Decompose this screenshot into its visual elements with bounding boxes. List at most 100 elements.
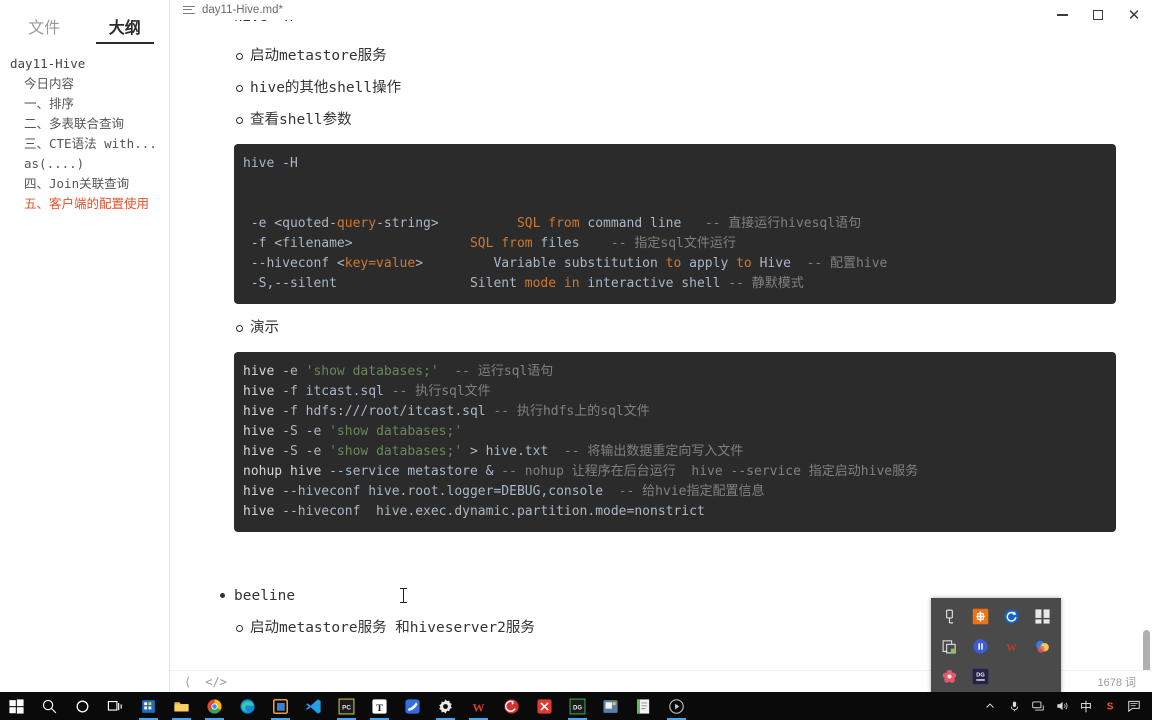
svg-text:W: W (472, 700, 484, 714)
tab-outline[interactable]: 大纲 (85, 14, 166, 44)
file-explorer-icon[interactable] (165, 692, 198, 720)
chevron-left-icon[interactable]: ⟨ (184, 675, 191, 689)
pause-circle-icon[interactable] (965, 631, 996, 661)
wps-icon[interactable]: W (462, 692, 495, 720)
code-token: key=value (344, 256, 416, 271)
code-token: files (532, 236, 611, 251)
code-token: nohup hive (243, 464, 322, 479)
status-bar-left: ⟨ </> (170, 675, 227, 689)
code-block-hive-help[interactable]: hive -H -e <quoted-query-string> SQL fro… (234, 144, 1116, 304)
code-token: -- 将输出数据重定向写入文件 (563, 444, 744, 459)
notepad-icon-svg (637, 698, 650, 714)
typora-icon[interactable]: T (363, 692, 396, 720)
app-root: 文件 大纲 day11-Hive 今日内容 一、排序 二、多表联合查询 三、CT… (0, 0, 1152, 720)
code-token: -e (274, 364, 306, 379)
action-center-icon[interactable] (1122, 692, 1146, 720)
windows-grid-icon[interactable] (1027, 601, 1058, 631)
vscode-icon[interactable] (297, 692, 330, 720)
outline-item-cte-syntax[interactable]: 三、CTE语法 with...as(....) (10, 134, 163, 174)
title-bar: day11-Hive.md* ✕ (170, 0, 1152, 22)
hamburger-icon[interactable] (183, 5, 195, 15)
media-player-icon[interactable] (660, 692, 693, 720)
sidebar-tabs: 文件 大纲 (0, 0, 169, 44)
word-count-label: 1678 词 (1097, 676, 1136, 689)
outline-item-client-config[interactable]: 五、客户端的配置使用 (10, 194, 163, 214)
store-icon[interactable] (132, 692, 165, 720)
flower-icon[interactable] (934, 661, 965, 691)
pycharm-icon-svg: PC (338, 698, 355, 714)
code-token: from (501, 236, 533, 251)
code-token: > hive.txt (462, 444, 564, 459)
code-token: hive (243, 424, 275, 439)
task-view-icon[interactable] (99, 692, 132, 720)
xmind-icon[interactable] (528, 692, 561, 720)
code-token: -string> (376, 216, 517, 231)
pycharm-icon[interactable]: PC (330, 692, 363, 720)
datagrip-icon[interactable]: DG (561, 692, 594, 720)
network-icon[interactable] (1026, 692, 1050, 720)
virtualbox-icon[interactable] (264, 692, 297, 720)
code-token: --service metastore & (321, 464, 502, 479)
media-player-icon-svg (669, 698, 684, 714)
sogou-icon[interactable]: S (1098, 692, 1122, 720)
cortana-circle-icon[interactable] (66, 692, 99, 720)
outline-item-multi-table-join[interactable]: 二、多表联合查询 (10, 114, 163, 134)
sync-refresh-icon[interactable] (996, 601, 1027, 631)
microphone-icon[interactable] (1002, 692, 1026, 720)
code-token: > Variable substitution (415, 256, 666, 271)
edge-icon-svg (240, 698, 255, 714)
action-center-icon-svg (1128, 700, 1140, 713)
code-token: -- 静默模式 (728, 276, 804, 291)
start-windows-icon-svg (9, 698, 24, 714)
source-code-icon[interactable]: </> (205, 675, 227, 689)
code-token: -- 执行sql文件 (391, 384, 491, 399)
wps-writer-icon[interactable]: W (996, 631, 1027, 661)
clipped-top-line: hive -H (170, 20, 1152, 34)
settings-gear-icon[interactable] (429, 692, 462, 720)
notepad-icon[interactable] (627, 692, 660, 720)
tab-files[interactable]: 文件 (4, 14, 85, 44)
snipaste-icon[interactable] (594, 692, 627, 720)
code-line: hive -S -e 'show databases;' (234, 422, 1116, 442)
datagrip-icon[interactable]: DG (965, 661, 996, 691)
wps-icon-svg: W (472, 700, 484, 714)
volume-icon[interactable] (1050, 692, 1074, 720)
flower-icon-svg (942, 669, 957, 683)
sync-refresh-icon-svg (1004, 608, 1019, 624)
code-token: -S -e (274, 424, 330, 439)
document-scroll-area[interactable]: hive -H 启动metastore服务 hive的其他shell操作 查看s… (170, 20, 1152, 670)
clipboard-copy-icon[interactable] (934, 631, 965, 661)
outline-item-day11-hive[interactable]: day11-Hive (10, 54, 163, 74)
datagrip-icon-svg: DG (972, 668, 989, 684)
chrome-icon[interactable] (198, 692, 231, 720)
colorful-cloud-icon[interactable] (1027, 631, 1058, 661)
feishu-icon[interactable] (396, 692, 429, 720)
ime-chinese-label[interactable]: 中 (1074, 692, 1098, 720)
search-icon[interactable] (33, 692, 66, 720)
code-line: -f <filename> SQL from files -- 指定sql文件运… (234, 234, 1116, 254)
code-token: -S,--silent Silent (243, 276, 525, 291)
code-token: apply (681, 256, 737, 271)
list-item: 启动metastore服务 (170, 46, 1152, 66)
wps-writer-icon-svg: W (1006, 642, 1017, 653)
system-tray: 中 S (978, 692, 1152, 720)
ime-chinese-icon[interactable] (965, 601, 996, 631)
outline-item-today-content[interactable]: 今日内容 (10, 74, 163, 94)
svg-text:DG: DG (976, 672, 985, 678)
usb-eject-icon[interactable] (934, 601, 965, 631)
usb-eject-icon-svg (946, 609, 954, 623)
code-token: -f hdfs:///root/itcast.sql (274, 404, 494, 419)
tray-overflow-panel: W DG (931, 598, 1061, 694)
netease-music-icon[interactable] (495, 692, 528, 720)
start-windows-icon[interactable] (0, 692, 33, 720)
chevron-up-icon[interactable] (978, 692, 1002, 720)
code-token: hive (243, 504, 275, 519)
editor-window: day11-Hive.md* ✕ hive -H 启动metastore服 (170, 0, 1152, 692)
outline-item-join-query[interactable]: 四、Join关联查询 (10, 174, 163, 194)
edge-icon[interactable] (231, 692, 264, 720)
search-icon-svg (42, 699, 57, 713)
outline-item-sorting[interactable]: 一、排序 (10, 94, 163, 114)
tray-empty-cell (1027, 661, 1058, 691)
code-block-hive-examples[interactable]: hive -e 'show databases;' -- 运行sql语句 hive… (234, 352, 1116, 532)
